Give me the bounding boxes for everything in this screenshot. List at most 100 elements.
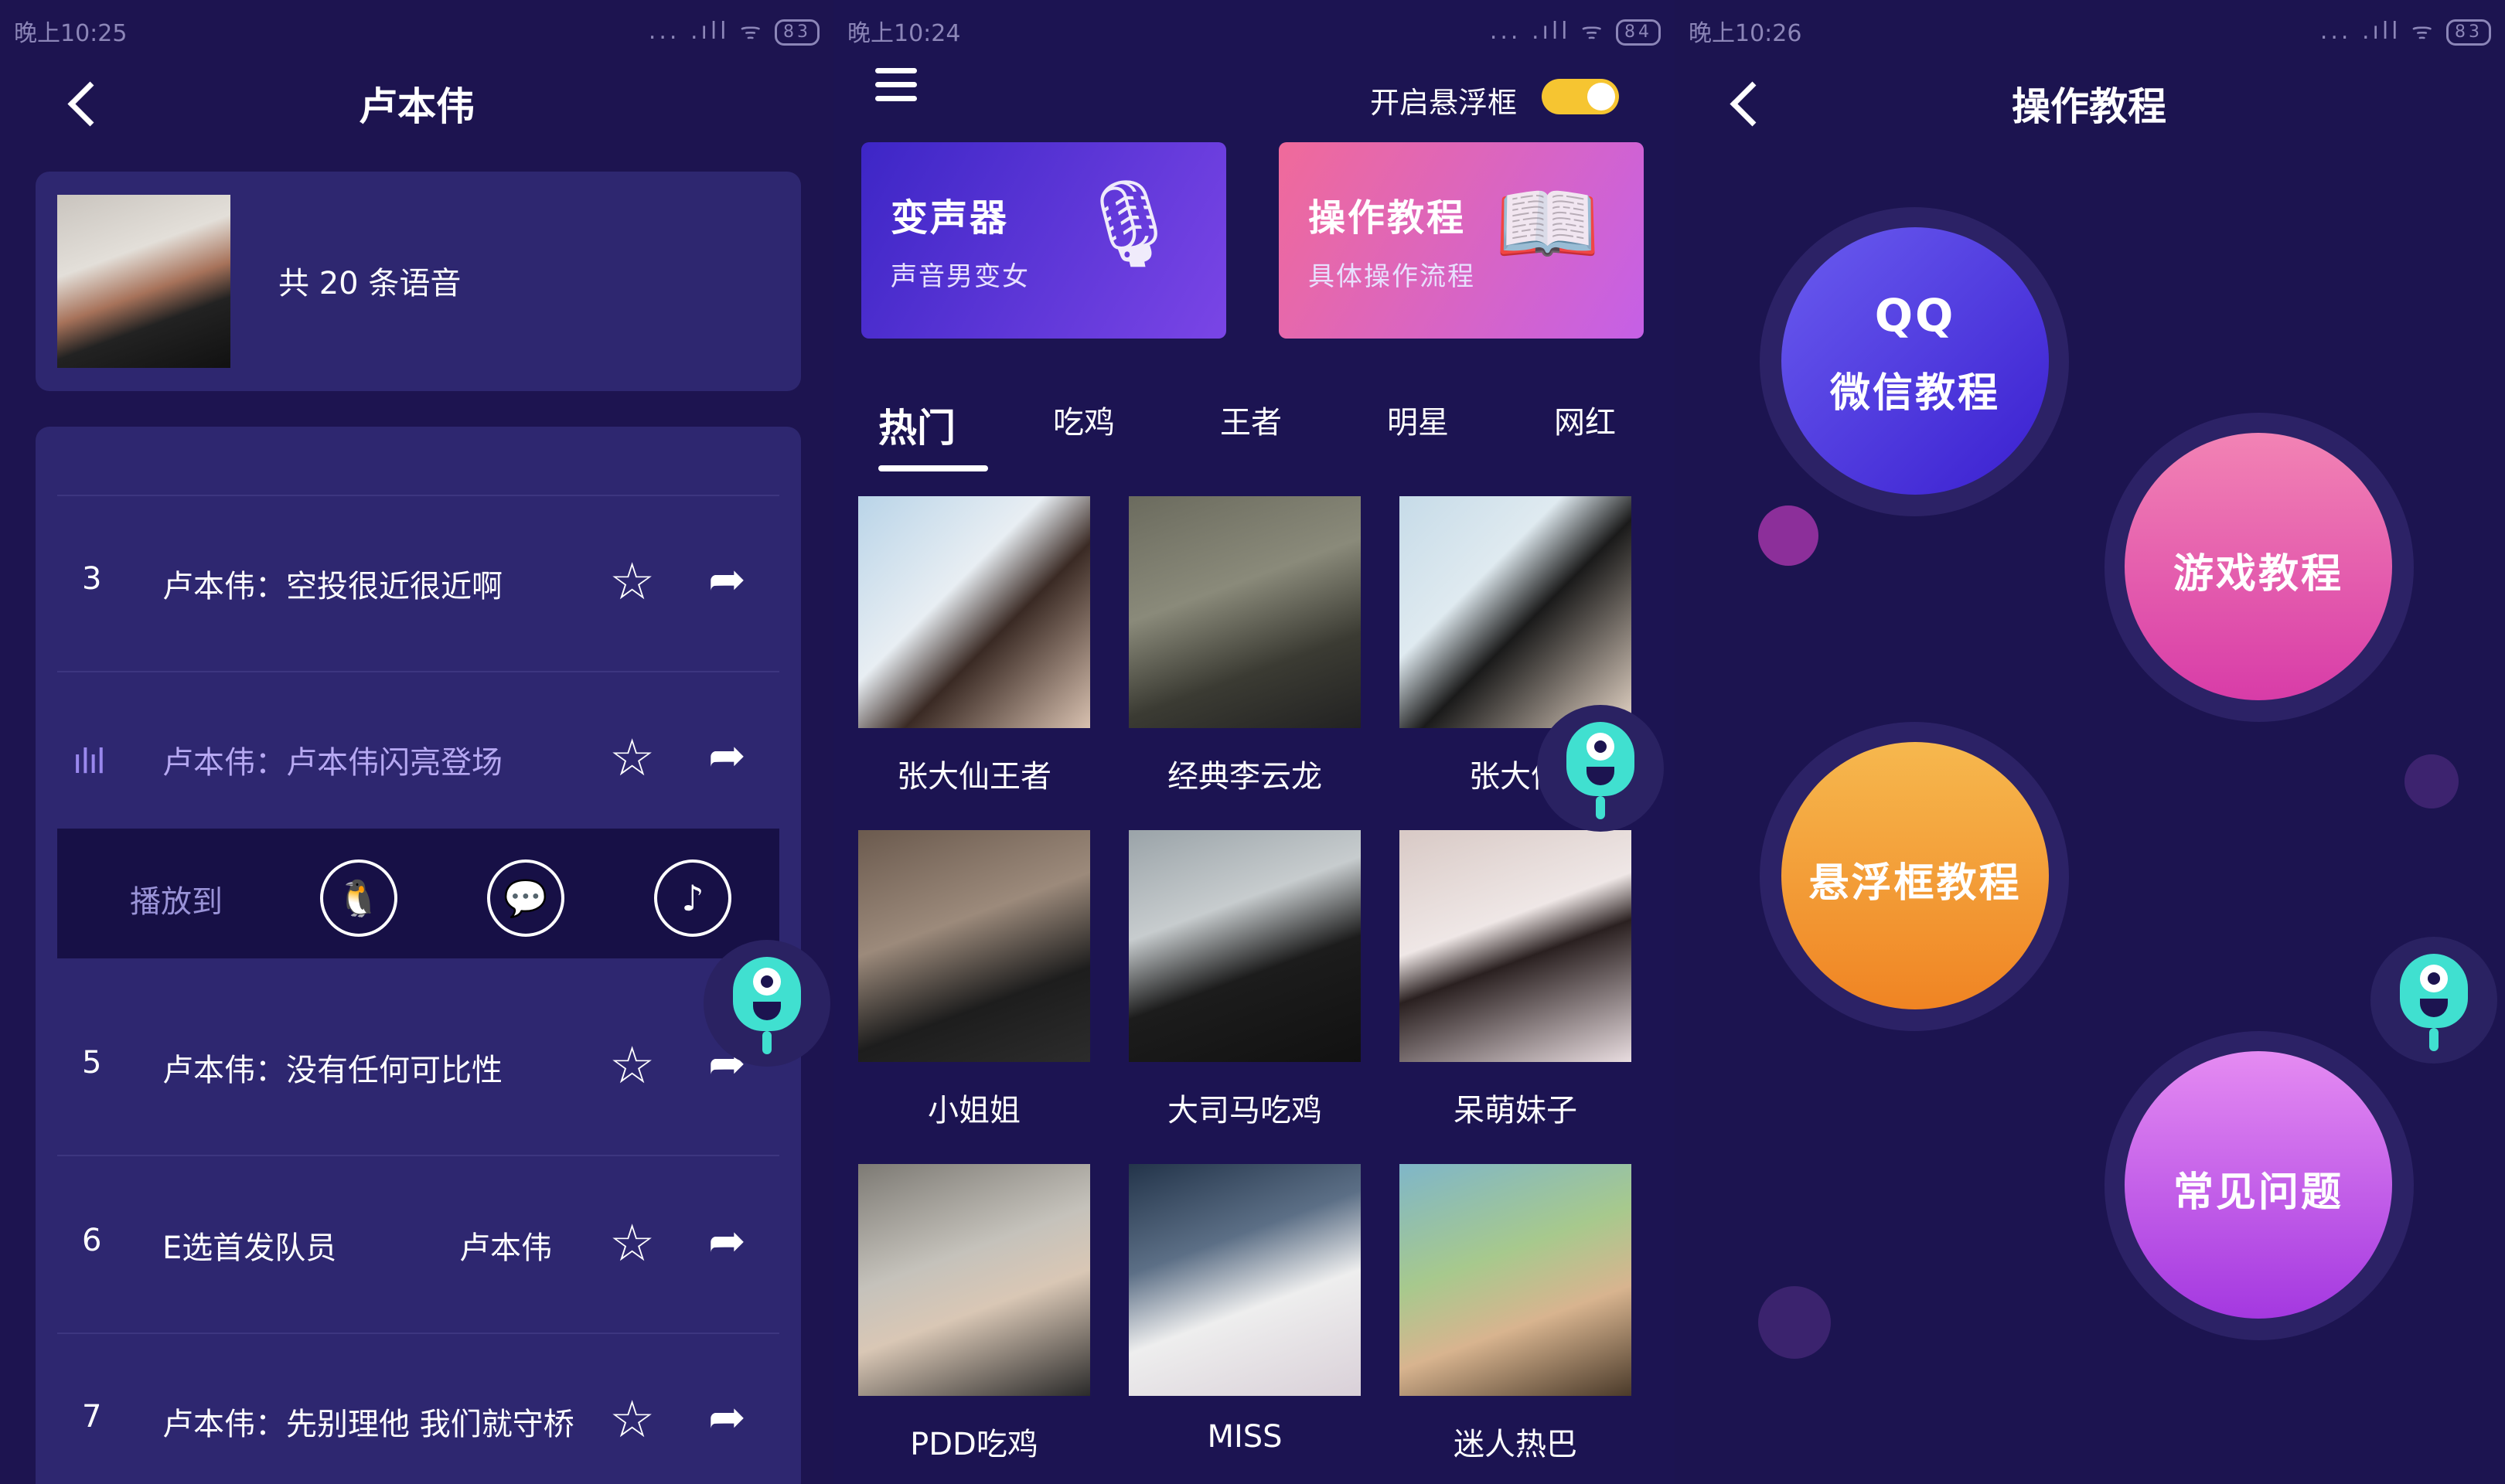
card-title: 操作教程	[1308, 196, 1467, 240]
status-time: 晚上10:26	[1689, 20, 1802, 47]
status-time: 晚上10:24	[847, 20, 961, 47]
book-icon: 📖	[1494, 174, 1600, 273]
star-icon[interactable]: ☆	[609, 1218, 655, 1269]
float-window-toggle[interactable]	[1542, 79, 1619, 114]
page-title: 卢本伟	[359, 84, 475, 129]
artist-card: 共 20 条语音	[36, 172, 801, 391]
list-item[interactable]: 3 卢本伟：空投很近很近啊 ☆ ➦	[57, 495, 779, 672]
card-subtitle: 具体操作流程	[1308, 261, 1475, 292]
back-button[interactable]	[1730, 81, 1775, 127]
status-bar: 晚上10:25 ... .ıll ᯤ 83	[14, 9, 820, 47]
row-number: 6	[82, 1223, 102, 1258]
tab-pubg[interactable]: 吃鸡	[1053, 397, 1115, 442]
sound-wave-icon: ılıl	[73, 742, 106, 781]
voice-list-screen: 晚上10:25 ... .ıll ᯤ 83 卢本伟 共 20 条语音 3 卢本伟…	[0, 0, 833, 1484]
back-button[interactable]	[67, 81, 113, 127]
voice-pack-tile[interactable]: 张大仙王者	[858, 496, 1090, 796]
tile-caption: PDD吃鸡	[910, 1427, 1038, 1462]
tile-caption: 迷人热巴	[1454, 1427, 1577, 1462]
tiktok-icon[interactable]: ♪	[654, 859, 731, 937]
decorative-dot	[1758, 1286, 1831, 1359]
list-item-playing[interactable]: ılıl 卢本伟：卢本伟闪亮登场 ☆ ➦	[57, 671, 779, 847]
voice-pack-tile[interactable]: PDD吃鸡	[858, 1164, 1090, 1464]
voice-title: 卢本伟：没有任何可比性	[162, 1053, 503, 1088]
voice-pack-tile[interactable]: 大司马吃鸡	[1129, 830, 1361, 1130]
voice-pack-tile[interactable]: 经典李云龙	[1129, 496, 1361, 796]
tile-caption: 呆萌妹子	[1454, 1093, 1577, 1128]
voice-pack-tile[interactable]: 小姐姐	[858, 830, 1090, 1130]
tab-honor-of-kings[interactable]: 王者	[1220, 397, 1282, 442]
voice-title: 卢本伟：卢本伟闪亮登场	[162, 745, 503, 781]
status-bar: 晚上10:26 ... .ıll ᯤ 83	[1689, 9, 2491, 47]
wechat-icon[interactable]: 💬	[487, 859, 564, 937]
decorative-dot	[2404, 754, 2459, 808]
tile-image	[858, 496, 1090, 728]
signal-wifi-icons: ... .ıll ᯤ 84	[1490, 14, 1661, 46]
list-item[interactable]: 7 卢本伟：先别理他 我们就守桥 ☆ ➦	[57, 1333, 779, 1484]
share-icon[interactable]: ➦	[708, 733, 746, 778]
tab-influencers[interactable]: 网红	[1554, 397, 1616, 442]
float-window-tutorial-button[interactable]: 悬浮框教程	[1781, 742, 2049, 1009]
bubble-label: 常见问题	[2173, 1169, 2343, 1216]
list-item[interactable]	[57, 427, 779, 496]
row-number: 7	[82, 1399, 102, 1435]
star-icon[interactable]: ☆	[609, 733, 655, 784]
tile-image	[858, 830, 1090, 1062]
tile-caption: 大司马吃鸡	[1167, 1093, 1322, 1128]
battery-icon: 83	[775, 19, 820, 46]
voice-pack-tile[interactable]: 呆萌妹子	[1399, 830, 1631, 1130]
voice-pack-tile[interactable]: 迷人热巴	[1399, 1164, 1631, 1464]
bubble-label: 游戏教程	[2173, 551, 2343, 597]
tab-stars[interactable]: 明星	[1387, 397, 1449, 442]
voice-pack-tile[interactable]: MISS	[1129, 1164, 1361, 1455]
signal-wifi-icons: ... .ıll ᯤ 83	[649, 14, 820, 46]
tile-image	[1399, 1164, 1631, 1396]
floating-mascot-icon[interactable]	[1537, 705, 1664, 832]
qq-wechat-tutorial-button[interactable]: QQ 微信教程	[1781, 227, 2049, 495]
voice-title: E选首发队员	[162, 1230, 337, 1266]
bubble-label: 微信教程	[1829, 370, 2000, 417]
floating-mascot-icon[interactable]	[704, 940, 830, 1067]
faq-button[interactable]: 常见问题	[2125, 1051, 2392, 1319]
tile-image	[1129, 496, 1361, 728]
play-to-bar: 播放到 🐧 💬 ♪	[57, 829, 779, 958]
share-icon[interactable]: ➦	[708, 556, 746, 601]
battery-icon: 84	[1616, 19, 1661, 46]
game-tutorial-button[interactable]: 游戏教程	[2125, 433, 2392, 700]
star-icon[interactable]: ☆	[609, 1040, 655, 1091]
list-item[interactable]: 5 卢本伟：没有任何可比性 ☆ ➦	[57, 979, 779, 1156]
share-icon[interactable]: ➦	[708, 1218, 746, 1263]
tile-image	[1399, 496, 1631, 728]
share-icon[interactable]: ➦	[708, 1394, 746, 1439]
status-bar: 晚上10:24 ... .ıll ᯤ 84	[847, 9, 1661, 47]
tutorial-card[interactable]: 操作教程 具体操作流程 📖	[1279, 142, 1644, 339]
voice-title: 卢本伟：先别理他 我们就守桥	[162, 1407, 574, 1442]
star-icon[interactable]: ☆	[609, 556, 655, 608]
home-screen: 晚上10:24 ... .ıll ᯤ 84 开启悬浮框 变声器 声音男变女 🎙 …	[833, 0, 1675, 1484]
tile-image	[1129, 830, 1361, 1062]
artist-avatar	[57, 195, 230, 368]
voice-changer-card[interactable]: 变声器 声音男变女 🎙	[861, 142, 1226, 339]
decorative-dot	[1758, 505, 1818, 566]
voice-count: 共 20 条语音	[278, 266, 462, 301]
tab-hot[interactable]: 热门	[878, 397, 956, 453]
bubble-label: QQ	[1874, 289, 1956, 342]
star-icon[interactable]: ☆	[609, 1394, 655, 1445]
play-to-label: 播放到	[130, 884, 223, 920]
page-title: 操作教程	[2012, 84, 2166, 129]
floating-mascot-icon[interactable]	[2370, 937, 2497, 1064]
tile-caption: MISS	[1207, 1419, 1283, 1455]
card-subtitle: 声音男变女	[891, 261, 1030, 292]
qq-icon[interactable]: 🐧	[320, 859, 397, 937]
row-number: 3	[82, 561, 102, 597]
menu-icon[interactable]	[875, 68, 917, 110]
signal-wifi-icons: ... .ıll ᯤ 83	[2320, 14, 2491, 46]
list-item[interactable]: 6 E选首发队员 卢本伟 ☆ ➦	[57, 1156, 779, 1334]
row-number: 5	[82, 1045, 102, 1081]
tutorial-screen: 晚上10:26 ... .ıll ᯤ 83 操作教程 QQ 微信教程 游戏教程 …	[1675, 0, 2505, 1484]
active-tab-indicator	[878, 465, 988, 471]
voice-title: 卢本伟：空投很近很近啊	[162, 569, 503, 604]
voice-list[interactable]: 3 卢本伟：空投很近很近啊 ☆ ➦ ılıl 卢本伟：卢本伟闪亮登场 ☆ ➦ 播…	[36, 427, 801, 1484]
category-tabs: 热门 吃鸡 王者 明星 网红	[849, 386, 1668, 479]
bubble-label: 悬浮框教程	[1808, 860, 2022, 907]
